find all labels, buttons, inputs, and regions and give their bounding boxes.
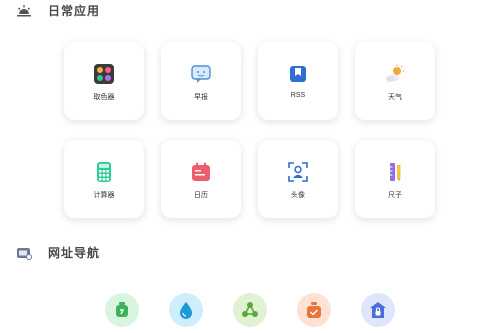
app-label: RSS xyxy=(290,92,306,99)
calendar-icon xyxy=(192,162,210,181)
app-label: 计算器 xyxy=(93,192,115,199)
sun-cloud-icon xyxy=(386,64,404,82)
app-label: 日历 xyxy=(194,192,208,199)
app-card-avatar[interactable]: 头像 xyxy=(258,140,338,218)
water-drop-icon xyxy=(180,302,192,319)
bookmark-icon xyxy=(290,66,306,82)
app-card-calendar[interactable]: 日历 xyxy=(161,140,241,218)
app-label: 早报 xyxy=(194,94,208,101)
nav-site-4[interactable] xyxy=(297,293,331,327)
network-icon xyxy=(242,302,258,317)
app-card-calculator[interactable]: 计算器 xyxy=(64,140,144,218)
nav-site-3[interactable] xyxy=(233,293,267,327)
palette-icon xyxy=(94,64,114,84)
avatar-scan-icon xyxy=(288,162,308,182)
home-lock-icon xyxy=(370,302,386,318)
app-card-rss[interactable]: RSS xyxy=(258,42,338,120)
cup-icon xyxy=(116,302,128,317)
app-label: 天气 xyxy=(388,94,402,101)
app-card-weather[interactable]: 天气 xyxy=(355,42,435,120)
app-card-morning-news[interactable]: 早报 xyxy=(161,42,241,120)
nav-site-2[interactable] xyxy=(169,293,203,327)
newspaper-chat-icon xyxy=(191,65,211,83)
section-title: 日常应用 xyxy=(48,4,101,18)
ruler-pencil-icon xyxy=(390,163,401,182)
browser-icon xyxy=(17,247,32,260)
section-web-nav: 网址导航 xyxy=(16,244,100,261)
calculator-icon xyxy=(97,162,111,182)
app-label: 尺子 xyxy=(388,192,402,199)
app-label: 头像 xyxy=(291,192,305,199)
section-title: 网址导航 xyxy=(48,246,101,260)
app-label: 取色器 xyxy=(93,94,115,101)
nav-site-5[interactable] xyxy=(361,293,395,327)
app-card-ruler[interactable]: 尺子 xyxy=(355,140,435,218)
nav-site-1[interactable] xyxy=(105,293,139,327)
section-daily-apps: 日常应用 xyxy=(16,2,100,19)
app-card-color-picker[interactable]: 取色器 xyxy=(64,42,144,120)
basket-icon xyxy=(307,302,321,318)
sunrise-icon xyxy=(17,4,31,16)
